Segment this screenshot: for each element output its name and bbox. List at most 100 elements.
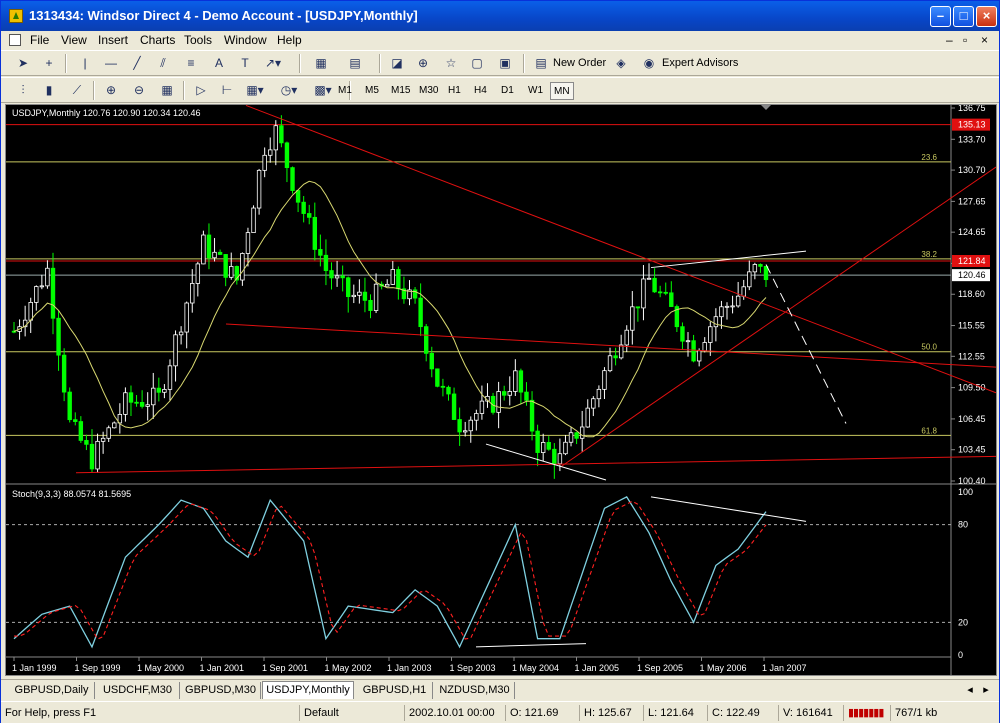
tf-m30[interactable]: M30 — [416, 82, 441, 100]
trendline-icon[interactable]: ╱ — [127, 54, 147, 73]
status-close: C: 122.49 — [707, 705, 777, 721]
candle-body — [340, 275, 345, 279]
candle-body — [323, 254, 329, 271]
candle-body — [646, 277, 652, 280]
price-chart[interactable]: USDJPY,Monthly 120.76 120.90 120.34 120.… — [6, 105, 996, 675]
candle-body — [540, 442, 546, 453]
menu-tools[interactable]: Tools — [184, 33, 212, 47]
metaeditor-icon[interactable]: ◈ — [611, 54, 631, 73]
tab-scroll-left-icon[interactable]: ◂ — [963, 682, 977, 699]
title-bar[interactable]: 1313434: Windsor Direct 4 - Demo Account… — [1, 1, 999, 31]
price-tick-label: 106.45 — [958, 414, 986, 424]
bar-chart-icon[interactable]: ⫶ — [13, 81, 33, 100]
candle-body — [563, 441, 568, 455]
mdi-close-icon[interactable]: × — [981, 33, 988, 47]
tf-mn[interactable]: MN — [550, 82, 574, 100]
horizontal-line-icon[interactable]: — — [101, 54, 121, 73]
date-tick-label: 1 May 2002 — [325, 663, 372, 673]
arrows-icon[interactable]: ↗▾ — [263, 54, 283, 73]
minimize-button[interactable]: – — [930, 6, 951, 27]
menu-file[interactable]: File — [30, 33, 49, 47]
chart-window[interactable]: USDJPY,Monthly 120.76 120.90 120.34 120.… — [5, 104, 997, 676]
cursor-icon[interactable]: ➤ — [13, 54, 33, 73]
tf-m15[interactable]: M15 — [388, 82, 413, 100]
candle-body — [546, 442, 551, 450]
candle-body — [557, 453, 563, 465]
mdi-restore-icon[interactable]: ▫ — [963, 33, 967, 47]
candle-body — [223, 254, 228, 278]
candle-body — [429, 352, 434, 370]
candle-body — [752, 264, 758, 273]
tf-m1[interactable]: M1 — [335, 82, 355, 100]
tf-h1[interactable]: H1 — [445, 82, 464, 100]
data-window-icon[interactable]: ⊕ — [413, 54, 433, 73]
expert-advisors-button[interactable]: Expert Advisors — [662, 57, 738, 69]
trendline-rising — [560, 166, 996, 468]
price-tick-label: 130.70 — [958, 165, 986, 175]
date-tick-label: 1 May 2004 — [512, 663, 559, 673]
terminal-icon[interactable]: ▢ — [467, 54, 487, 73]
tab-nzdusd-m30[interactable]: NZDUSD,M30 — [435, 682, 515, 699]
new-order-icon[interactable]: ▤ — [531, 54, 551, 73]
expert-advisors-icon[interactable]: ◉ — [639, 54, 659, 73]
tab-gbpusd-h1[interactable]: GBPUSD,H1 — [357, 682, 433, 699]
tester-icon[interactable]: ▣ — [495, 54, 515, 73]
text-icon[interactable]: A — [209, 54, 229, 73]
candle-body — [295, 190, 301, 203]
tf-m5[interactable]: M5 — [362, 82, 382, 100]
tf-d1[interactable]: D1 — [498, 82, 517, 100]
new-order-button[interactable]: New Order — [553, 57, 606, 69]
market-watch-icon[interactable]: ◪ — [387, 54, 407, 73]
candle-body — [106, 427, 111, 439]
tab-scroll-right-icon[interactable]: ▸ — [979, 682, 993, 699]
line-chart-icon[interactable]: ⟋ — [67, 81, 87, 100]
candle-body — [535, 430, 540, 453]
periods-icon[interactable]: ◷▾ — [279, 81, 299, 100]
tf-h4[interactable]: H4 — [471, 82, 490, 100]
crosshair-icon[interactable]: + — [39, 54, 59, 73]
menu-charts[interactable]: Charts — [140, 33, 175, 47]
candle-body — [301, 201, 306, 214]
tile-windows-icon[interactable]: ▦ — [157, 81, 177, 100]
fibonacci-icon[interactable]: ≡ — [181, 54, 201, 73]
zoom-in-icon[interactable]: ⊕ — [101, 81, 121, 100]
vertical-line-icon[interactable]: | — [75, 54, 95, 73]
chart-shift-icon[interactable]: ⊢ — [217, 81, 237, 100]
candle-body — [680, 326, 685, 342]
close-button[interactable]: × — [976, 6, 997, 27]
chart-info: USDJPY,Monthly 120.76 120.90 120.34 120.… — [12, 108, 200, 118]
divergence-line — [485, 443, 607, 481]
autoscroll-icon[interactable]: ▷ — [191, 81, 211, 100]
price-tick-label: 100.40 — [958, 476, 986, 486]
mdi-minimize-icon[interactable]: – — [946, 33, 953, 47]
menu-view[interactable]: View — [61, 33, 87, 47]
menu-insert[interactable]: Insert — [98, 33, 128, 47]
candle-body — [630, 306, 635, 331]
tf-w1[interactable]: W1 — [525, 82, 546, 100]
date-tick-label: 1 Sep 1999 — [75, 663, 121, 673]
candle-body — [440, 385, 446, 388]
candle-body — [513, 370, 518, 392]
tab-usdchf-m30[interactable]: USDCHF,M30 — [96, 682, 180, 699]
new-chart-icon[interactable]: ▦ — [311, 54, 331, 73]
candle-body — [334, 275, 340, 279]
tab-usdjpy-monthly[interactable]: USDJPY,Monthly — [262, 681, 354, 699]
navigator-icon[interactable]: ☆ — [441, 54, 461, 73]
candle-body — [178, 331, 184, 336]
menu-help[interactable]: Help — [277, 33, 302, 47]
indicators-icon[interactable]: ▦▾ — [245, 81, 265, 100]
candlestick-icon[interactable]: ▮ — [39, 81, 59, 100]
profiles-icon[interactable]: ▤ — [345, 54, 365, 73]
tab-gbpusd-daily[interactable]: GBPUSD,Daily — [9, 682, 95, 699]
zoom-out-icon[interactable]: ⊖ — [129, 81, 149, 100]
maximize-button[interactable]: □ — [953, 6, 974, 27]
tab-gbpusd-m30[interactable]: GBPUSD,M30 — [181, 682, 261, 699]
price-tick-label: 133.70 — [958, 134, 986, 144]
channel-icon[interactable]: ⫽ — [153, 54, 173, 73]
candle-body — [229, 266, 234, 278]
templates-icon[interactable]: ▩▾ — [313, 81, 333, 100]
status-help: For Help, press F1 — [5, 707, 97, 719]
text-label-icon[interactable]: T — [235, 54, 255, 73]
document-icon[interactable] — [9, 34, 21, 46]
menu-window[interactable]: Window — [224, 33, 267, 47]
